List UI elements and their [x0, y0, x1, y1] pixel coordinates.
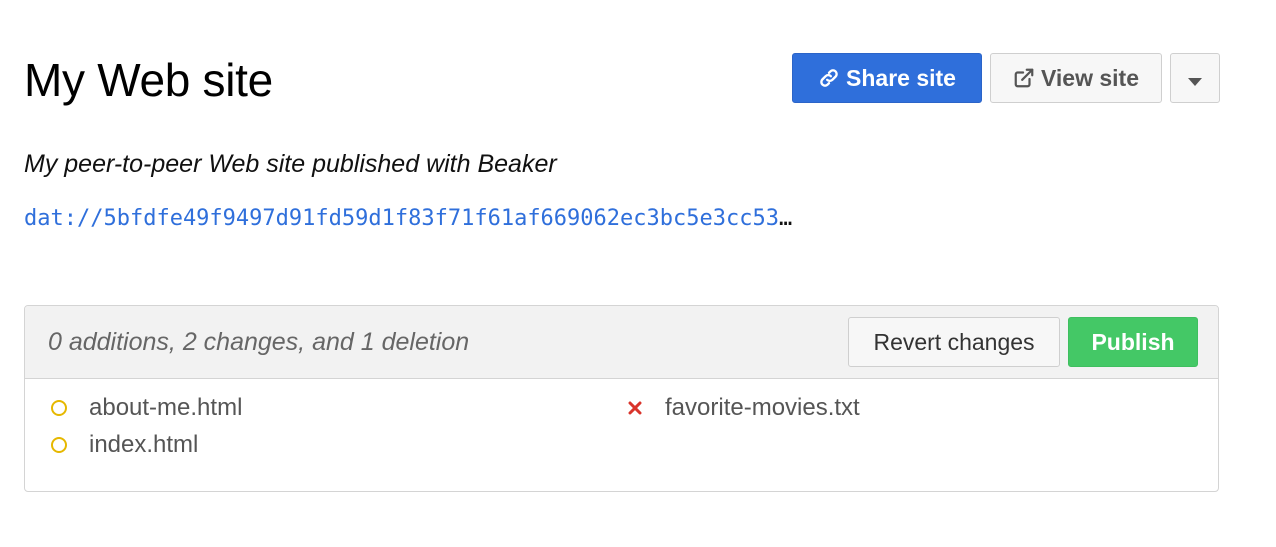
site-actions: Share site View site — [792, 53, 1220, 103]
url-ellipsis: … — [778, 206, 793, 231]
file-name: favorite-movies.txt — [665, 394, 860, 421]
link-icon — [818, 67, 840, 89]
list-item[interactable]: index.html — [51, 431, 198, 459]
view-site-label: View site — [1040, 64, 1140, 91]
publish-button[interactable]: Publish — [1068, 317, 1198, 367]
page: My Web site Share site View site My peer… — [0, 0, 1276, 547]
changes-actions: Revert changes Publish — [848, 317, 1198, 367]
list-item[interactable]: about-me.html — [51, 394, 242, 422]
more-options-button[interactable] — [1170, 53, 1220, 103]
view-site-button[interactable]: View site — [990, 53, 1162, 103]
file-name: index.html — [89, 431, 199, 458]
site-url-link[interactable]: dat://5bfdfe49f9497d91fd59d1f83f71f61af6… — [24, 206, 792, 231]
page-title: My Web site — [24, 54, 273, 106]
list-item[interactable]: favorite-movies.txt — [627, 394, 860, 422]
share-site-button[interactable]: Share site — [792, 53, 982, 103]
caret-down-icon — [1188, 65, 1202, 92]
modified-circle-icon — [51, 437, 67, 453]
external-link-icon — [1013, 67, 1035, 89]
deleted-x-icon — [627, 400, 643, 416]
revert-changes-button[interactable]: Revert changes — [848, 317, 1060, 367]
share-site-label: Share site — [846, 64, 956, 91]
file-name: about-me.html — [89, 394, 243, 421]
changes-summary: 0 additions, 2 changes, and 1 deletion — [48, 328, 470, 356]
site-url: dat://5bfdfe49f9497d91fd59d1f83f71f61af6… — [24, 206, 779, 231]
modified-circle-icon — [51, 400, 67, 416]
changes-panel: 0 additions, 2 changes, and 1 deletion R… — [24, 305, 1219, 492]
changes-header: 0 additions, 2 changes, and 1 deletion R… — [25, 306, 1218, 379]
site-description: My peer-to-peer Web site published with … — [24, 150, 557, 178]
